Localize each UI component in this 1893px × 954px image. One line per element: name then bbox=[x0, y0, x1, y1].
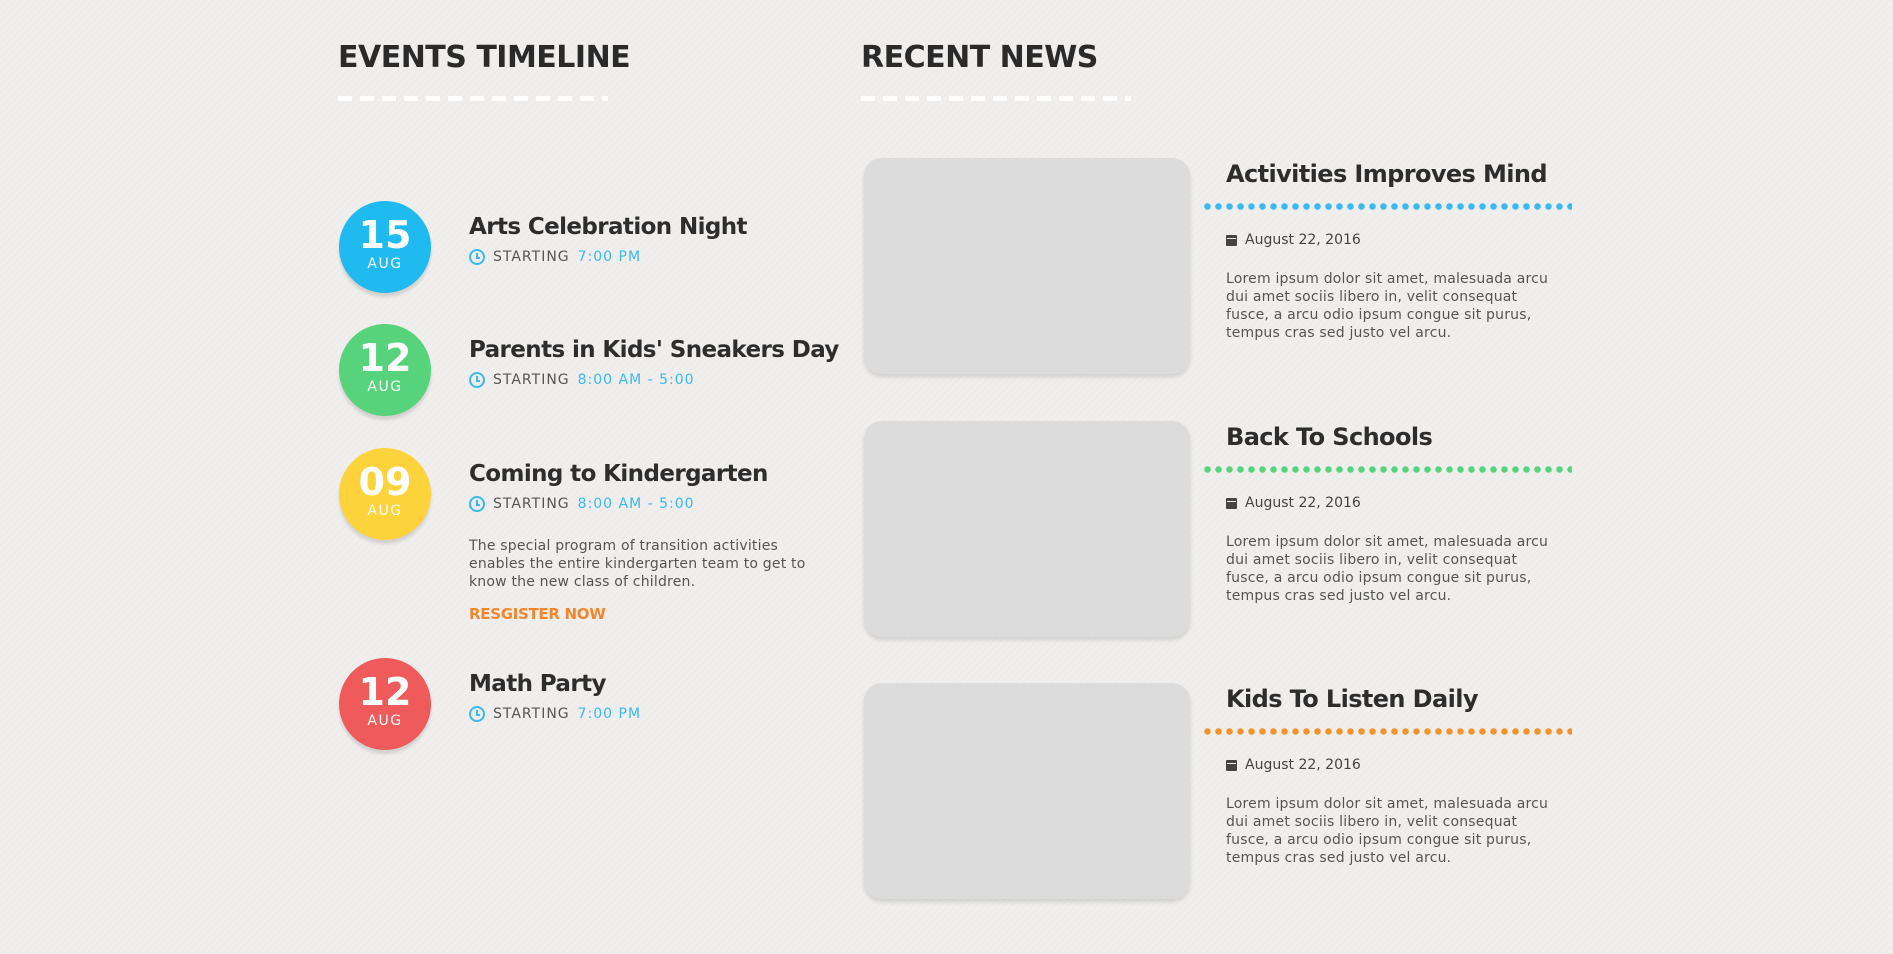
calendar-icon bbox=[1226, 497, 1237, 509]
news-dotted-divider bbox=[1204, 466, 1572, 473]
news-title-underline bbox=[861, 96, 1131, 101]
event-month: AUG bbox=[367, 503, 403, 519]
news-image-placeholder[interactable] bbox=[864, 158, 1190, 374]
event-description: The special program of transition activi… bbox=[469, 538, 806, 590]
news-dotted-divider bbox=[1204, 728, 1572, 735]
event-body: Arts Celebration Night STARTING 7:00 PM bbox=[469, 213, 829, 265]
event-title[interactable]: Parents in Kids' Sneakers Day bbox=[469, 336, 839, 364]
events-title-underline bbox=[338, 96, 608, 101]
news-date: August 22, 2016 bbox=[1226, 495, 1361, 511]
news-date-text: August 22, 2016 bbox=[1245, 232, 1361, 248]
event-body: Math Party STARTING 7:00 PM bbox=[469, 670, 829, 722]
event-time: STARTING 7:00 PM bbox=[469, 249, 829, 265]
event-time: STARTING 7:00 PM bbox=[469, 706, 829, 722]
event-title[interactable]: Arts Celebration Night bbox=[469, 213, 829, 241]
news-title[interactable]: Back To Schools bbox=[1226, 423, 1433, 451]
news-excerpt: Lorem ipsum dolor sit amet, malesuada ar… bbox=[1226, 534, 1549, 604]
event-starting-label: STARTING bbox=[493, 249, 570, 265]
news-excerpt: Lorem ipsum dolor sit amet, malesuada ar… bbox=[1226, 271, 1549, 341]
news-excerpt: Lorem ipsum dolor sit amet, malesuada ar… bbox=[1226, 796, 1549, 866]
news-date-text: August 22, 2016 bbox=[1245, 757, 1361, 773]
event-time: STARTING 8:00 AM - 5:00 bbox=[469, 372, 829, 388]
news-dotted-divider bbox=[1204, 203, 1572, 210]
clock-icon bbox=[469, 249, 485, 265]
event-time-value: 8:00 AM - 5:00 bbox=[577, 496, 695, 512]
calendar-icon bbox=[1226, 234, 1237, 246]
event-time: STARTING 8:00 AM - 5:00 bbox=[469, 496, 829, 512]
event-starting-label: STARTING bbox=[493, 496, 570, 512]
event-body: Parents in Kids' Sneakers Day STARTING 8… bbox=[469, 336, 839, 388]
news-date: August 22, 2016 bbox=[1226, 757, 1361, 773]
event-title[interactable]: Coming to Kindergarten bbox=[469, 460, 829, 488]
event-time-value: 8:00 AM - 5:00 bbox=[577, 372, 695, 388]
clock-icon bbox=[469, 706, 485, 722]
news-title[interactable]: Activities Improves Mind bbox=[1226, 160, 1548, 188]
event-day: 09 bbox=[358, 460, 412, 504]
calendar-icon bbox=[1226, 759, 1237, 771]
event-time-value: 7:00 PM bbox=[577, 249, 642, 265]
news-image-placeholder[interactable] bbox=[864, 421, 1190, 637]
news-date-text: August 22, 2016 bbox=[1245, 495, 1361, 511]
event-day: 12 bbox=[358, 336, 412, 380]
event-title[interactable]: Math Party bbox=[469, 670, 829, 698]
clock-icon bbox=[469, 372, 485, 388]
event-day: 12 bbox=[358, 670, 412, 714]
news-section-title: RECENT NEWS bbox=[861, 40, 1098, 75]
register-now-link[interactable]: RESGISTER NOW bbox=[469, 605, 606, 623]
events-section-title: EVENTS TIMELINE bbox=[338, 40, 631, 75]
event-date-badge: 12 AUG bbox=[339, 324, 431, 416]
event-starting-label: STARTING bbox=[493, 372, 570, 388]
news-date: August 22, 2016 bbox=[1226, 232, 1361, 248]
event-day: 15 bbox=[358, 213, 412, 257]
news-image-placeholder[interactable] bbox=[864, 683, 1190, 899]
event-date-badge: 12 AUG bbox=[339, 658, 431, 750]
news-title[interactable]: Kids To Listen Daily bbox=[1226, 685, 1478, 713]
event-month: AUG bbox=[367, 713, 403, 729]
event-starting-label: STARTING bbox=[493, 706, 570, 722]
event-month: AUG bbox=[367, 256, 403, 272]
event-date-badge: 09 AUG bbox=[339, 448, 431, 540]
event-date-badge: 15 AUG bbox=[339, 201, 431, 293]
clock-icon bbox=[469, 496, 485, 512]
event-body: Coming to Kindergarten STARTING 8:00 AM … bbox=[469, 460, 829, 623]
event-time-value: 7:00 PM bbox=[577, 706, 642, 722]
event-month: AUG bbox=[367, 379, 403, 395]
